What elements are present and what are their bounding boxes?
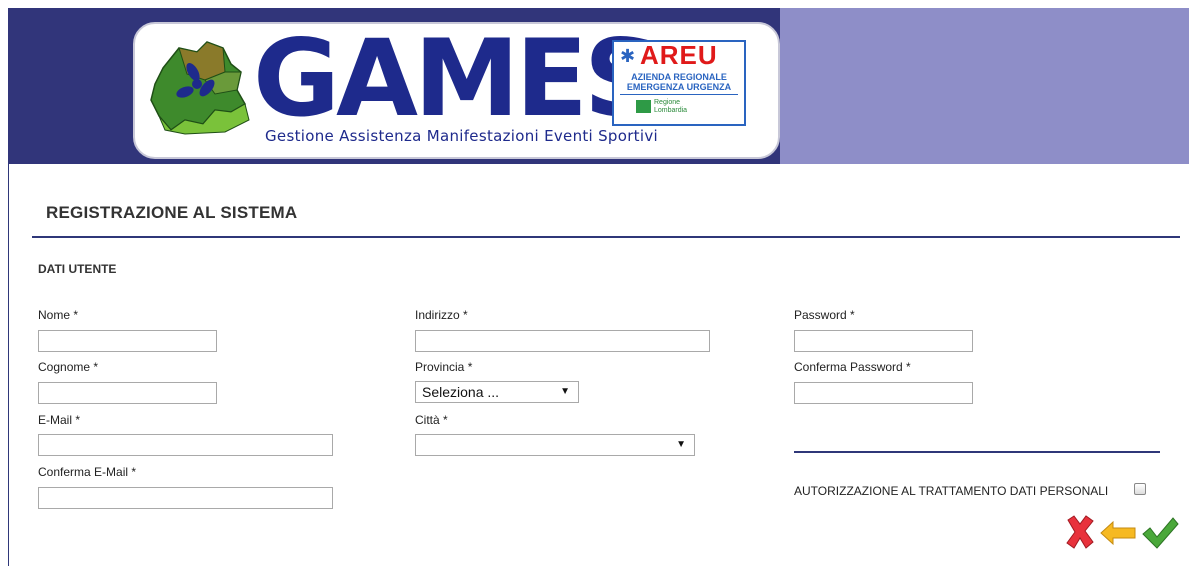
games-wordmark: GAMES	[253, 22, 660, 140]
password-label: Password *	[794, 308, 855, 322]
authorization-label: AUTORIZZAZIONE AL TRATTAMENTO DATI PERSO…	[794, 484, 1109, 498]
region-line1: Regione	[654, 99, 681, 106]
password-input[interactable]	[794, 330, 973, 352]
email-input[interactable]	[38, 434, 333, 456]
conferma-email-label: Conferma E-Mail *	[38, 465, 137, 479]
areu-line1: AZIENDA REGIONALE	[631, 72, 727, 82]
header-banner: GAMES Gestione Assistenza Manifestazioni…	[8, 8, 1189, 164]
provincia-selected-value: Seleziona ...	[422, 384, 500, 400]
games-logo: GAMES Gestione Assistenza Manifestazioni…	[133, 22, 780, 159]
citta-label: Città *	[415, 413, 448, 427]
cancel-x-icon[interactable]	[1062, 512, 1098, 552]
provincia-label: Provincia *	[415, 360, 473, 374]
region-lombardia-logo: Regione Lombardia	[636, 99, 688, 115]
region-flag-icon	[636, 100, 651, 113]
page-title: REGISTRAZIONE AL SISTEMA	[46, 203, 298, 222]
areu-subtitle: AZIENDA REGIONALE EMERGENZA URGENZA	[614, 72, 744, 92]
provincia-select[interactable]: Seleziona ... ▼	[415, 381, 579, 403]
areu-line2: EMERGENZA URGENZA	[626, 82, 732, 92]
title-divider	[32, 236, 1180, 238]
dropdown-arrow-icon: ▼	[560, 386, 570, 397]
cognome-label: Cognome *	[38, 360, 99, 374]
auth-divider	[794, 451, 1160, 453]
citta-select[interactable]: ▼	[415, 434, 695, 456]
cognome-input[interactable]	[38, 382, 217, 404]
logo-tagline: Gestione Assistenza Manifestazioni Event…	[265, 127, 658, 145]
indirizzo-input[interactable]	[415, 330, 710, 352]
star-of-life-icon: ✱	[620, 46, 636, 67]
indirizzo-label: Indirizzo *	[415, 308, 468, 322]
conferma-password-label: Conferma Password *	[794, 360, 911, 374]
header-light-panel	[780, 8, 1189, 164]
confirm-check-icon[interactable]	[1140, 512, 1180, 552]
areu-logo: ✱ AREU AZIENDA REGIONALE EMERGENZA URGEN…	[612, 40, 746, 126]
nome-label: Nome *	[38, 308, 79, 322]
left-border	[8, 164, 9, 566]
region-line2: Lombardia	[654, 107, 688, 114]
areu-separator	[620, 94, 738, 95]
conferma-email-input[interactable]	[38, 487, 333, 509]
nome-input[interactable]	[38, 330, 217, 352]
section-title: DATI UTENTE	[38, 262, 117, 276]
conferma-password-input[interactable]	[794, 382, 973, 404]
back-arrow-icon[interactable]	[1099, 518, 1137, 548]
authorization-checkbox[interactable]	[1134, 483, 1146, 495]
lombardy-map-icon	[150, 41, 250, 135]
areu-title: AREU	[640, 40, 718, 70]
email-label: E-Mail *	[38, 413, 81, 427]
dropdown-arrow-icon: ▼	[676, 439, 686, 450]
